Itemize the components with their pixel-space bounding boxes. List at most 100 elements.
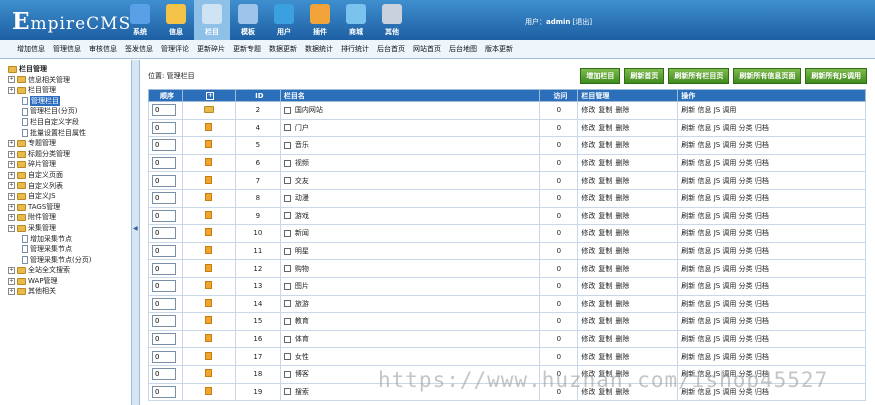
expand-toggle-icon[interactable]: + (8, 267, 15, 275)
category-name-link[interactable]: 音乐 (295, 141, 309, 149)
manage-link-2[interactable]: 删除 (615, 194, 629, 202)
order-input[interactable] (152, 333, 176, 346)
select-checkbox[interactable] (283, 159, 291, 167)
expand-toggle-icon[interactable]: + (8, 161, 15, 169)
sidebar-item-2[interactable]: 管理栏目 (8, 95, 131, 107)
empirecms-logo[interactable]: EmpireCMS (12, 8, 131, 35)
nav-item-5[interactable]: 插件 (302, 0, 338, 40)
category-name-link[interactable]: 游戏 (295, 212, 309, 220)
manage-link-0[interactable]: 修改 (581, 388, 595, 396)
action-button-2[interactable]: 刷新所有栏目页 (668, 68, 730, 84)
manage-link-2[interactable]: 删除 (615, 300, 629, 308)
expand-toggle-icon[interactable]: + (8, 203, 15, 211)
operations-cell[interactable]: 刷新 信息 JS 调用 分类 归档 (677, 206, 866, 226)
expand-toggle-icon[interactable]: + (8, 150, 15, 158)
expand-toggle-icon[interactable]: + (8, 86, 15, 94)
operations-cell[interactable]: 刷新 信息 JS 调用 分类 归档 (677, 224, 866, 243)
order-input[interactable] (152, 121, 176, 134)
manage-link-0[interactable]: 修改 (581, 106, 595, 114)
manage-link-1[interactable]: 复制 (598, 141, 612, 149)
nav-item-6[interactable]: 商城 (338, 0, 374, 40)
select-checkbox[interactable] (283, 212, 291, 220)
order-input[interactable] (152, 209, 176, 222)
operations-cell[interactable]: 刷新 信息 JS 调用 分类 归档 (677, 136, 866, 155)
sidebar-item-4[interactable]: 栏目自定义字段 (8, 117, 131, 128)
manage-link-1[interactable]: 复制 (598, 212, 612, 220)
manage-link-1[interactable]: 复制 (598, 124, 612, 132)
category-name-link[interactable]: 旅游 (295, 300, 309, 308)
manage-link-1[interactable]: 复制 (598, 265, 612, 273)
order-input[interactable] (152, 368, 176, 381)
manage-link-1[interactable]: 复制 (598, 177, 612, 185)
select-checkbox[interactable] (283, 229, 291, 237)
sidebar-item-20[interactable]: + 其他相关 (8, 286, 131, 297)
submenu-item-0[interactable]: 增加信息 (17, 44, 45, 54)
manage-link-1[interactable]: 复制 (598, 370, 612, 378)
category-name-link[interactable]: 图片 (295, 282, 309, 290)
manage-link-1[interactable]: 复制 (598, 247, 612, 255)
manage-link-1[interactable]: 复制 (598, 335, 612, 343)
category-name-link[interactable]: 教育 (295, 317, 309, 325)
submenu-item-9[interactable]: 排行统计 (341, 44, 369, 54)
manage-link-2[interactable]: 删除 (615, 370, 629, 378)
submenu-item-6[interactable]: 更新专题 (233, 44, 261, 54)
order-input[interactable] (152, 297, 176, 310)
select-checkbox[interactable] (283, 265, 291, 273)
select-checkbox[interactable] (283, 106, 291, 114)
column-header-1[interactable]: + (181, 89, 236, 102)
action-button-1[interactable]: 刷新首页 (624, 68, 665, 84)
manage-link-0[interactable]: 修改 (581, 159, 595, 167)
manage-link-2[interactable]: 删除 (615, 335, 629, 343)
submenu-item-13[interactable]: 版本更新 (485, 44, 513, 54)
order-input[interactable] (152, 262, 176, 275)
action-button-0[interactable]: 增加栏目 (580, 68, 621, 84)
sidebar-item-14[interactable]: + 采集管理 (8, 223, 131, 234)
order-input[interactable] (152, 280, 176, 293)
nav-item-0[interactable]: 系统 (122, 0, 158, 40)
action-button-3[interactable]: 刷新所有信息页面 (733, 68, 802, 84)
submenu-item-1[interactable]: 管理信息 (53, 44, 81, 54)
manage-link-0[interactable]: 修改 (581, 265, 595, 273)
operations-cell[interactable]: 刷新 信息 JS 调用 分类 归档 (677, 382, 866, 402)
operations-cell[interactable]: 刷新 信息 JS 调用 分类 归档 (677, 259, 866, 278)
category-name-link[interactable]: 门户 (295, 124, 309, 132)
manage-link-2[interactable]: 删除 (615, 247, 629, 255)
manage-link-0[interactable]: 修改 (581, 229, 595, 237)
manage-link-0[interactable]: 修改 (581, 212, 595, 220)
operations-cell[interactable]: 刷新 信息 JS 调用 分类 归档 (677, 294, 866, 314)
sidebar-item-19[interactable]: + WAP管理 (8, 276, 131, 287)
order-input[interactable] (152, 315, 176, 328)
manage-link-1[interactable]: 复制 (598, 317, 612, 325)
category-name-link[interactable]: 明星 (295, 247, 309, 255)
category-name-link[interactable]: 动漫 (295, 194, 309, 202)
category-name-link[interactable]: 女性 (295, 353, 309, 361)
order-input[interactable] (152, 174, 176, 187)
operations-cell[interactable]: 刷新 信息 JS 调用 分类 归档 (677, 276, 866, 296)
manage-link-2[interactable]: 删除 (615, 388, 629, 396)
manage-link-1[interactable]: 复制 (598, 388, 612, 396)
sidebar-item-8[interactable]: + 碎片管理 (8, 159, 131, 170)
submenu-item-4[interactable]: 管理评论 (161, 44, 189, 54)
expand-toggle-icon[interactable]: + (8, 288, 15, 296)
order-input[interactable] (152, 139, 176, 152)
select-checkbox[interactable] (283, 353, 291, 361)
sidebar-item-17[interactable]: 管理采集节点(分页) (8, 255, 131, 266)
expand-toggle-icon[interactable]: + (8, 277, 15, 285)
sidebar-item-18[interactable]: + 全站全文搜索 (8, 265, 131, 276)
select-checkbox[interactable] (283, 282, 291, 290)
category-name-link[interactable]: 视频 (295, 159, 309, 167)
submenu-item-10[interactable]: 后台首页 (377, 44, 405, 54)
category-name-link[interactable]: 购物 (295, 265, 309, 273)
sidebar-item-16[interactable]: 管理采集节点 (8, 244, 131, 255)
manage-link-0[interactable]: 修改 (581, 335, 595, 343)
expand-toggle-icon[interactable]: + (8, 192, 15, 200)
manage-link-2[interactable]: 删除 (615, 177, 629, 185)
manage-link-0[interactable]: 修改 (581, 300, 595, 308)
manage-link-0[interactable]: 修改 (581, 194, 595, 202)
category-name-link[interactable]: 国内网站 (295, 106, 323, 114)
logout-link[interactable]: [退出] (573, 18, 592, 26)
manage-link-1[interactable]: 复制 (598, 282, 612, 290)
manage-link-2[interactable]: 删除 (615, 282, 629, 290)
operations-cell[interactable]: 刷新 信息 JS 调用 分类 归档 (677, 241, 866, 261)
operations-cell[interactable]: 刷新 信息 JS 调用 分类 归档 (677, 347, 866, 366)
